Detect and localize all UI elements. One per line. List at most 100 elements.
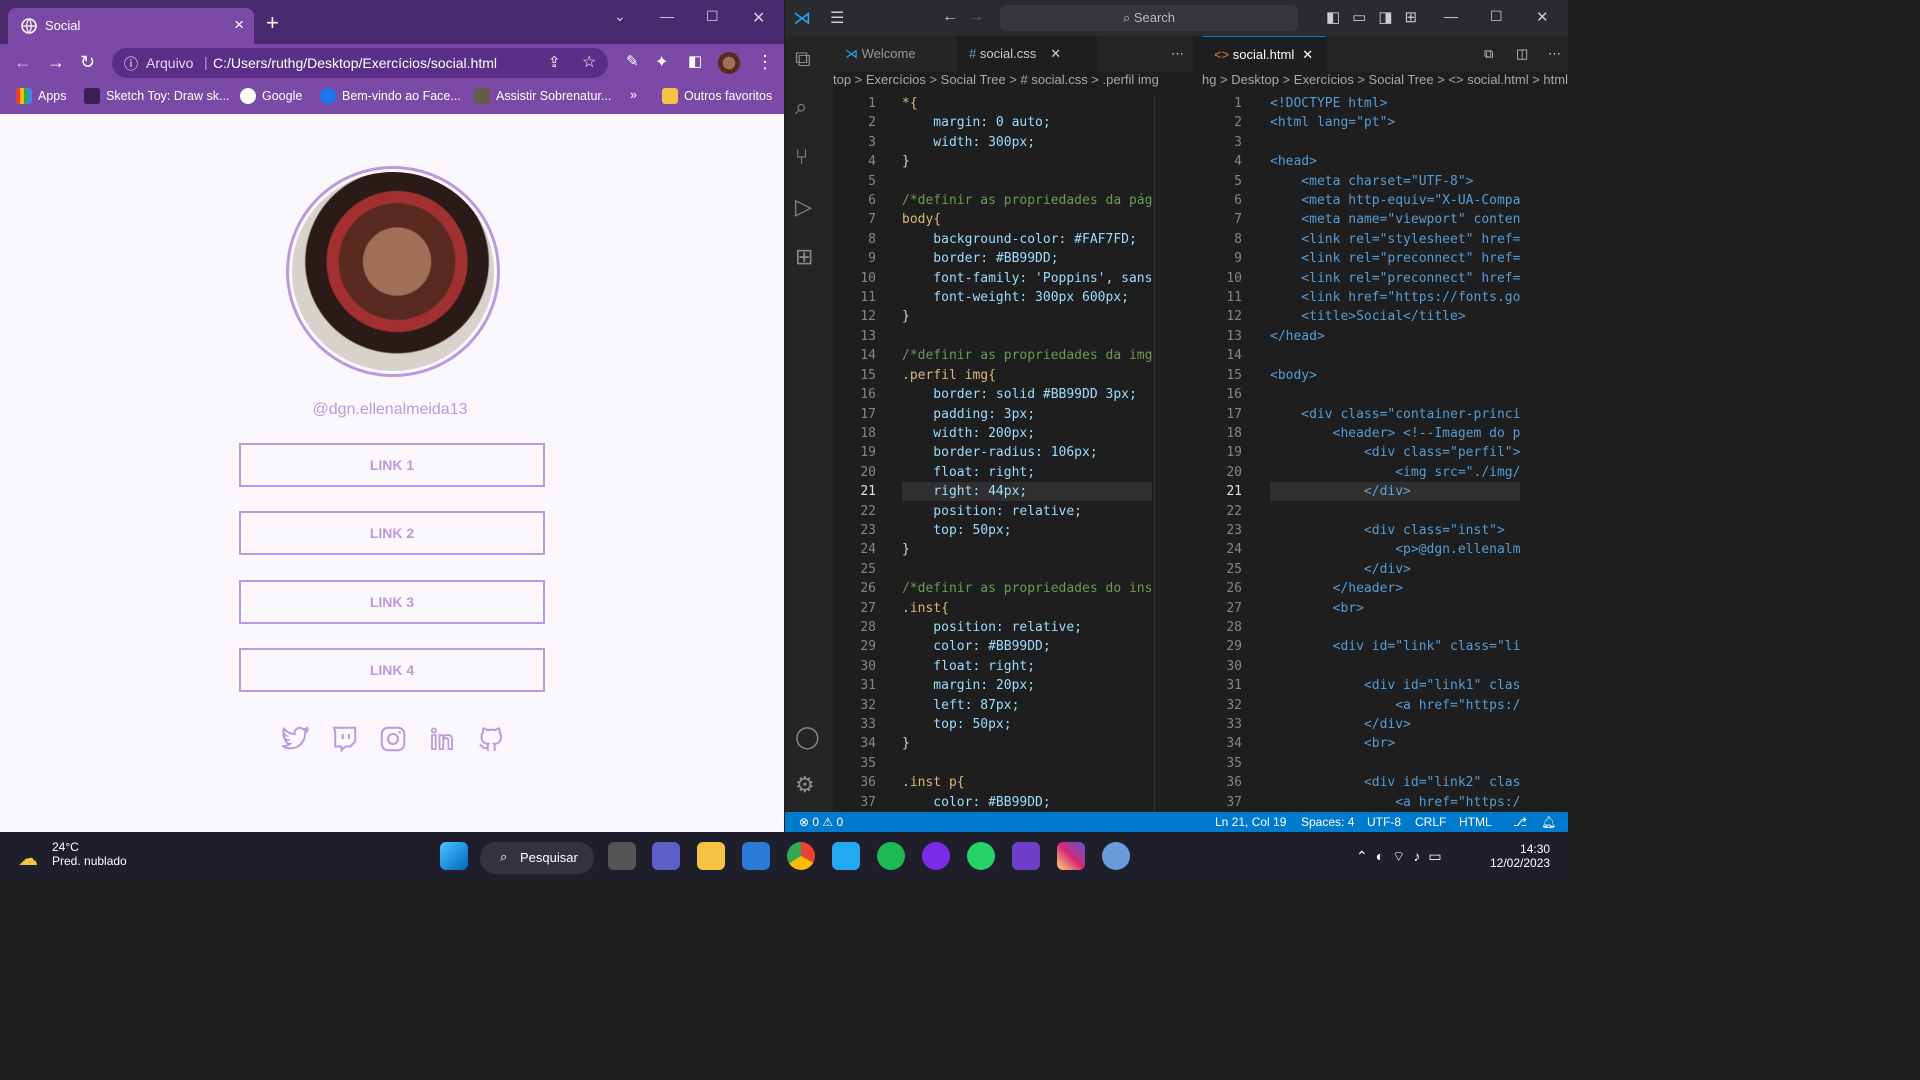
back-icon[interactable]: ← [14,52,32,73]
browser-tab[interactable]: Social × [8,8,254,44]
maximize-icon[interactable]: ☐ [706,8,719,25]
bookmark-apps[interactable]: Apps [16,88,67,104]
tab-search-icon[interactable]: ⌄ [614,8,626,25]
paint-icon[interactable] [1102,842,1130,870]
weather-widget[interactable]: ☁ 24°C Pred. nublado [18,840,127,870]
live-share-icon[interactable]: ⎇ [1513,815,1527,829]
bookmark-sketch-toy[interactable]: Sketch Toy: Draw sk... [84,88,229,104]
source-control-icon[interactable]: ⑂ [795,144,823,172]
side-panel-icon[interactable]: ◧ [688,52,702,70]
extensions-view-icon[interactable]: ⊞ [795,244,823,272]
info-icon[interactable]: ⓘ [124,54,138,74]
twitter-icon[interactable] [280,724,310,754]
settings-gear-icon[interactable]: ⚙ [795,772,823,800]
extensions-icon[interactable]: ✦ [655,52,668,72]
layout-toggle-icons[interactable]: ◧▭◨⊞ [1326,8,1429,26]
run-debug-icon[interactable]: ▷ [795,194,823,222]
microsoft-store-icon[interactable] [742,842,770,870]
folder-icon [662,88,678,104]
system-tray-icons[interactable]: ⌃◐⌔♪▭ [1356,848,1450,866]
split-editor-icon[interactable]: ◫ [1504,36,1540,72]
forward-icon[interactable]: → [47,52,65,73]
explorer-icon[interactable]: ⧉ [795,46,823,74]
hamburger-menu-icon[interactable]: ☰ [830,8,844,28]
bookmark-sobrenatural[interactable]: Assistir Sobrenatur... [474,88,611,104]
line-endings[interactable]: CRLF [1415,815,1446,829]
share-icon[interactable]: ⇪ [548,53,561,71]
twitch-icon[interactable] [329,724,359,754]
file-explorer-icon[interactable] [697,842,725,870]
tab-social-html[interactable]: <> social.html ✕ [1202,36,1326,72]
whatsapp-icon[interactable] [967,842,995,870]
close-tab-icon[interactable]: ✕ [1050,46,1061,61]
search-view-icon[interactable]: ⌕ [795,94,823,122]
css-code[interactable]: *{ margin: 0 auto; width: 300px;} /*defi… [902,94,1154,812]
bookmark-other-favorites[interactable]: Outros favoritos [662,88,772,104]
command-center-search[interactable]: ⌕ Search [1000,5,1298,31]
vscode-maximize-icon[interactable]: ☐ [1490,8,1503,25]
address-bar[interactable]: ⓘ Arquivo | C:/Users/ruthg/Desktop/Exerc… [112,48,608,78]
teams-chat-icon[interactable] [652,842,680,870]
instagram-app-icon[interactable] [1057,842,1085,870]
breadcrumb-right[interactable]: hg > Desktop > Exercícios > Social Tree … [1202,72,1568,94]
clock[interactable]: 14:30 12/02/2023 [1490,842,1550,870]
minimap-left[interactable] [1154,94,1190,812]
problems-indicator[interactable]: ⊗ 0 ⚠ 0 [799,815,843,829]
line-number: 32 [860,697,876,713]
html-icon: <> [1214,47,1233,62]
close-window-icon[interactable]: ✕ [752,8,765,28]
line-number: 23 [1226,522,1242,538]
canva-icon[interactable] [922,842,950,870]
more-actions-icon[interactable]: ⋯ [1536,36,1573,72]
linkedin-icon[interactable] [427,724,457,754]
css-code-line: width: 300px; [902,134,1036,150]
tab-welcome[interactable]: ⋊ Welcome [833,36,928,72]
breadcrumb-left[interactable]: top > Exercícios > Social Tree > # socia… [833,72,1193,94]
close-tab-icon[interactable]: × [234,15,244,35]
windows-start-icon[interactable] [440,842,468,870]
tab-social-css[interactable]: # social.css ✕ [957,36,1097,72]
link-2-button[interactable]: LINK 2 [239,511,545,555]
taskbar-search[interactable]: ⌕ Pesquisar [480,842,594,874]
profile-avatar[interactable] [718,52,740,74]
vscode-close-icon[interactable]: ✕ [1536,8,1549,26]
vscode-minimize-icon[interactable]: — [1444,8,1458,24]
link-1-button[interactable]: LINK 1 [239,443,545,487]
html-code[interactable]: <!DOCTYPE html> <html lang="pt"> <head> <… [1270,94,1520,812]
minimize-icon[interactable]: — [660,8,674,24]
github-icon[interactable] [476,724,506,754]
link-3-button[interactable]: LINK 3 [239,580,545,624]
link-4-button[interactable]: LINK 4 [239,648,545,692]
menu-icon[interactable]: ⋮ [756,52,774,73]
vscode-taskbar-icon[interactable] [832,842,860,870]
chrome-icon[interactable] [787,842,815,870]
nav-back-icon[interactable]: ← [942,8,958,26]
spotify-icon[interactable] [877,842,905,870]
bookmark-facebook[interactable]: Bem-vindo ao Face... [320,88,461,104]
cursor-position[interactable]: Ln 21, Col 19 [1215,815,1286,829]
star-icon[interactable]: ☆ [582,52,596,72]
instagram-icon[interactable] [378,724,408,754]
language-mode[interactable]: HTML [1459,815,1492,829]
task-view-icon[interactable] [608,842,636,870]
line-number: 8 [868,231,876,247]
nav-forward-icon[interactable]: → [968,8,984,26]
github-desktop-icon[interactable] [1012,842,1040,870]
bookmark-google[interactable]: Google [240,88,302,104]
eyedropper-extension-icon[interactable]: ✎ [626,52,639,70]
accounts-icon[interactable]: ◯ [795,724,823,752]
open-preview-icon[interactable]: ⧉ [1472,36,1505,72]
line-number: 32 [1226,697,1242,713]
notifications-bell-icon[interactable]: 🔔︎ [1541,815,1556,829]
encoding[interactable]: UTF-8 [1367,815,1401,829]
line-number: 1 [1234,96,1242,111]
close-tab-icon[interactable]: ✕ [1302,47,1313,62]
indentation[interactable]: Spaces: 4 [1301,815,1354,829]
bookmarks-overflow[interactable]: » [630,88,637,102]
line-number: 11 [860,290,876,306]
new-tab-button[interactable]: + [266,10,279,36]
html-code-line: <title>Social</title> [1270,309,1466,325]
reload-icon[interactable]: ↻ [80,52,95,73]
more-actions-icon[interactable]: ⋯ [1159,36,1196,72]
minimap-right[interactable] [1522,94,1568,812]
